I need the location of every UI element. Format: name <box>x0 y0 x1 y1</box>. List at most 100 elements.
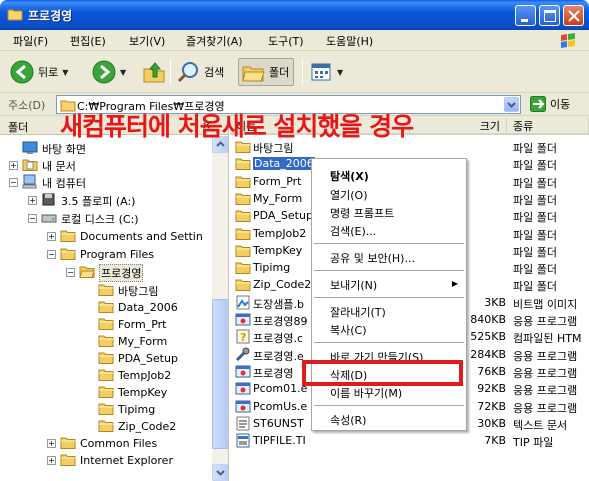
file-name: Tipimg <box>253 261 291 275</box>
file-type: 파일 폴더 <box>513 211 557 225</box>
tree-expander-plus-icon[interactable]: + <box>47 232 56 241</box>
tree-expander-plus-icon[interactable]: + <box>47 439 56 448</box>
forward-button[interactable]: ▼ <box>92 58 126 86</box>
folders-pane-title: 폴더 <box>8 121 29 134</box>
tree-item[interactable]: Tipimg <box>85 401 155 418</box>
context-sharing-security[interactable]: 공유 및 보안(H)... <box>330 250 415 266</box>
minimize-icon <box>521 19 528 22</box>
tree-item-label: Form_Prt <box>118 318 167 331</box>
tree-item[interactable]: PDA_Setup <box>85 350 178 367</box>
scroll-thumb[interactable] <box>212 299 228 449</box>
file-name: 프로경영.e <box>253 349 304 363</box>
tree-item[interactable]: − 내 컴퓨터 <box>9 174 86 191</box>
context-command-prompt[interactable]: 명령 프롬프트 <box>330 205 394 221</box>
my-documents-icon <box>22 157 38 175</box>
tree-item[interactable]: + Documents and Settin <box>47 228 203 245</box>
tree-item[interactable]: Data_2006 <box>85 299 178 316</box>
annotation-caption: 새컴퓨터에 처음새로 설치했을 경우 <box>60 112 414 141</box>
menu-edit[interactable]: 편집(E) <box>70 33 106 49</box>
back-arrow-icon <box>10 60 34 84</box>
context-explore[interactable]: 탐색(X) <box>330 168 369 184</box>
tree-item[interactable]: + 내 문서 <box>9 157 76 174</box>
tip-file-icon <box>235 433 251 451</box>
tree-expander-plus-icon[interactable]: + <box>47 456 56 465</box>
tree-item[interactable]: My_Form <box>85 333 167 350</box>
address-label: 주소(D) <box>8 99 46 112</box>
tree-expander-plus-icon[interactable]: + <box>9 161 18 170</box>
menu-file[interactable]: 파일(F) <box>13 33 48 49</box>
tree-expander-minus-icon[interactable]: − <box>9 178 18 187</box>
file-name: PcomUs.e <box>253 399 308 413</box>
tree-item[interactable]: Form_Prt <box>85 316 167 333</box>
column-size[interactable]: 크기 <box>410 118 507 133</box>
close-button[interactable] <box>563 5 584 26</box>
menu-separator <box>314 270 464 271</box>
folder-icon <box>60 452 76 470</box>
title-bar[interactable]: 프로경영 <box>0 0 589 30</box>
folder-icon <box>98 282 114 300</box>
context-send-to[interactable]: 보내기(N) <box>330 277 377 293</box>
context-copy[interactable]: 복사(C) <box>330 322 367 338</box>
bitmap-icon <box>235 295 251 313</box>
column-type[interactable]: 종류 <box>507 118 589 133</box>
context-open[interactable]: 열기(O) <box>330 187 367 203</box>
search-icon <box>177 62 198 83</box>
delete-highlight-box <box>302 360 463 386</box>
folders-button[interactable]: 폴더 <box>238 58 295 86</box>
minimize-button[interactable] <box>515 5 536 26</box>
tree-scrollbar[interactable] <box>212 136 228 481</box>
folder-icon <box>60 246 76 264</box>
file-name: TIPFILE.TI <box>253 434 306 448</box>
menu-favorites[interactable]: 즐겨찾기(A) <box>186 33 243 49</box>
tree-item[interactable]: +3.5 플로피 (A:) <box>28 192 135 209</box>
file-size: 72KB <box>477 399 506 413</box>
folder-icon <box>98 384 114 402</box>
context-rename[interactable]: 이름 바꾸기(M) <box>330 385 402 401</box>
search-button[interactable]: 검색 <box>176 58 224 86</box>
tree-expander-minus-icon[interactable]: − <box>66 268 75 277</box>
file-name: 도장샘플.b <box>253 297 304 311</box>
up-folder-button[interactable] <box>142 58 166 86</box>
tree-item[interactable]: TempJob2 <box>85 367 171 384</box>
tree-item[interactable]: + Common Files <box>47 435 157 452</box>
file-type: 파일 폴더 <box>513 159 557 173</box>
menu-help[interactable]: 도움말(H) <box>326 33 373 49</box>
chevron-down-icon <box>216 470 225 476</box>
menu-tools[interactable]: 도구(T) <box>268 33 304 49</box>
tree-item-label: 3.5 플로피 (A:) <box>61 194 136 208</box>
toolbar-separator <box>170 59 171 85</box>
tree-expander-minus-icon[interactable]: − <box>28 214 37 223</box>
back-button[interactable]: 뒤로 ▼ <box>10 58 68 86</box>
chevron-down-icon[interactable]: ▼ <box>120 68 126 77</box>
go-label: 이동 <box>550 98 571 111</box>
chevron-down-icon[interactable]: ▼ <box>337 68 343 77</box>
tree-item[interactable]: Zip_Code2 <box>85 418 176 435</box>
context-cut[interactable]: 잘라내기(T) <box>330 304 386 320</box>
scroll-down-button[interactable] <box>212 464 228 481</box>
file-type: 비트맵 이미지 <box>513 297 578 311</box>
views-button[interactable]: ▼ <box>309 58 343 86</box>
file-name: My_Form <box>253 191 303 205</box>
tree-item[interactable]: − Program Files <box>47 246 154 263</box>
file-name: Data_2006 <box>253 157 315 171</box>
go-button[interactable]: 이동 <box>530 96 570 112</box>
file-row[interactable]: TIPFILE.TI 7KB TIP 파일 <box>230 432 589 449</box>
tree-item[interactable]: − 프로경영 <box>66 263 144 282</box>
address-dropdown-button[interactable] <box>504 97 519 112</box>
back-label: 뒤로 <box>38 66 59 79</box>
context-properties[interactable]: 속성(R) <box>330 412 366 428</box>
tree-item[interactable]: TempKey <box>85 384 167 401</box>
tree-item-label: 바탕그림 <box>118 284 159 298</box>
chevron-down-icon[interactable]: ▼ <box>62 68 68 77</box>
context-search[interactable]: 검색(E)... <box>330 223 376 239</box>
tree-expander-minus-icon[interactable]: − <box>47 250 56 259</box>
maximize-button[interactable] <box>539 5 560 26</box>
tree-item[interactable]: − 로컬 디스크 (C:) <box>28 210 139 227</box>
tree-item[interactable]: 바탕그림 <box>85 282 158 299</box>
tree-expander-plus-icon[interactable]: + <box>28 196 37 205</box>
folders-icon <box>242 66 265 82</box>
file-size: 525KB <box>470 330 506 344</box>
menu-view[interactable]: 보기(V) <box>129 33 165 49</box>
tree-item[interactable]: + Internet Explorer <box>47 452 173 469</box>
file-size: 76KB <box>477 364 506 378</box>
